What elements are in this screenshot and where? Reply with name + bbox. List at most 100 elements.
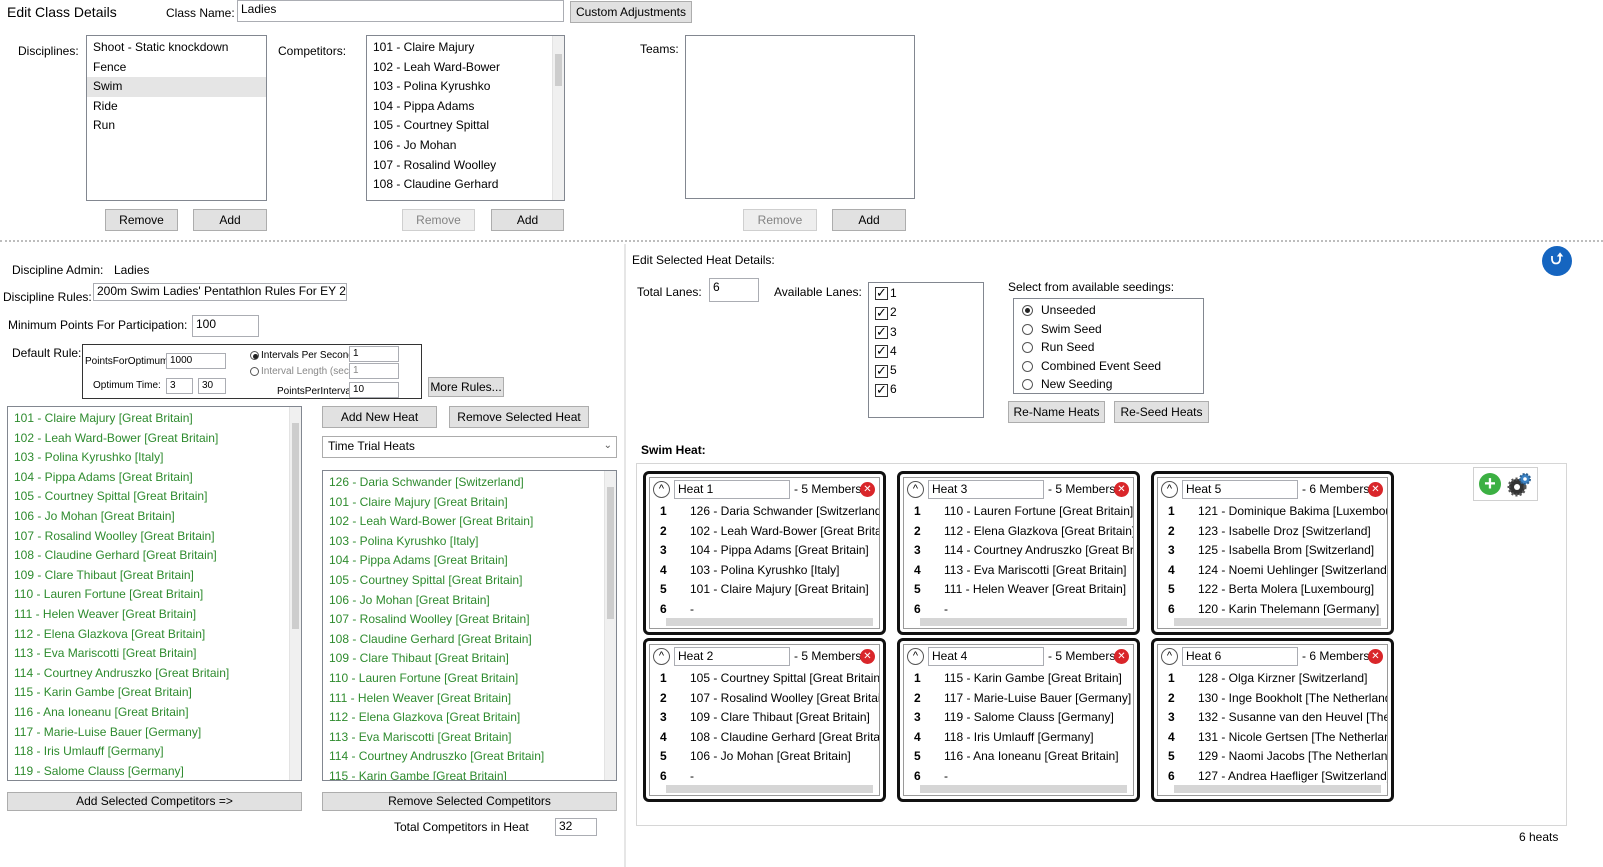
list-item[interactable]: 118 - Iris Umlauff [Germany] [8, 742, 301, 762]
gear-icon[interactable] [1506, 472, 1532, 498]
list-item[interactable]: 105 - Courtney Spittal [Great Britain] [8, 487, 301, 507]
heat-competitors-list[interactable]: 126 - Daria Schwander [Switzerland] 101 … [322, 470, 617, 781]
list-item[interactable]: Run [87, 116, 266, 136]
intervals-per-second-option[interactable]: Intervals Per Second: [250, 350, 357, 361]
heat-name-field[interactable]: Heat 6 [1182, 647, 1298, 666]
expand-toggle-icon[interactable]: ^ [907, 648, 924, 665]
heat-type-select[interactable]: Time Trial Heats ⌄ [322, 436, 617, 458]
list-item[interactable]: 106 - Jo Mohan [367, 136, 564, 156]
list-item[interactable]: 102 - Leah Ward-Bower [Great Britain] [323, 512, 616, 532]
lane-checkbox-1[interactable]: 1 [875, 285, 983, 305]
heat-row[interactable]: 1 126 - Daria Schwander [Switzerland] [650, 502, 879, 522]
heat-row[interactable]: 2 102 - Leah Ward-Bower [Great Britain] [650, 522, 879, 542]
heat-row[interactable]: 3 119 - Salome Clauss [Germany] [904, 708, 1133, 728]
heat-row[interactable]: 3 104 - Pippa Adams [Great Britain] [650, 541, 879, 561]
class-name-field[interactable]: Ladies [237, 0, 564, 22]
heat-name-field[interactable]: Heat 2 [674, 647, 790, 666]
remove-selected-heat-button[interactable]: Remove Selected Heat [449, 406, 589, 428]
optimum-time-seconds-field[interactable]: 30 [198, 378, 226, 394]
lane-checkbox-5[interactable]: 5 [875, 363, 983, 382]
list-item[interactable]: 114 - Courtney Andruszko [Great Britain] [323, 747, 616, 767]
heat-row[interactable]: 4 124 - Noemi Uehlinger [Switzerland] [1158, 561, 1387, 581]
list-item[interactable]: 103 - Polina Kyrushko [Italy] [8, 448, 301, 468]
heat-row[interactable]: 1 115 - Karin Gambe [Great Britain] [904, 669, 1133, 689]
heat-scrollbar[interactable] [1174, 785, 1381, 793]
competitors-scrollbar[interactable] [552, 36, 564, 200]
lane-checkbox-3[interactable]: 3 [875, 324, 983, 344]
list-item[interactable]: 103 - Polina Kyrushko [367, 77, 564, 97]
list-item[interactable]: 111 - Helen Weaver [Great Britain] [8, 605, 301, 625]
heat-row[interactable]: 5 116 - Ana Ioneanu [Great Britain] [904, 747, 1133, 767]
heat-row[interactable]: 4 131 - Nicole Gertsen [The Netherlands] [1158, 728, 1387, 748]
heat-row[interactable]: 2 123 - Isabelle Droz [Switzerland] [1158, 522, 1387, 542]
list-item[interactable]: 117 - Marie-Luise Bauer [Germany] [8, 723, 301, 743]
list-item[interactable]: 108 - Claudine Gerhard [367, 175, 564, 195]
add-new-heat-button[interactable]: Add New Heat [322, 406, 437, 428]
expand-toggle-icon[interactable]: ^ [1161, 648, 1178, 665]
heat-row[interactable]: 1 105 - Courtney Spittal [Great Britain] [650, 669, 879, 689]
list-item[interactable]: 109 - Clare Thibaut [Great Britain] [8, 566, 301, 586]
lane-checkbox-6[interactable]: 6 [875, 382, 983, 401]
competitors-list[interactable]: 101 - Claire Majury 102 - Leah Ward-Bowe… [366, 35, 565, 201]
expand-toggle-icon[interactable]: ^ [907, 481, 924, 498]
heat-row[interactable]: 2 107 - Rosalind Woolley [Great Britain] [650, 689, 879, 709]
delete-icon[interactable]: ✕ [1368, 482, 1383, 497]
available-competitors-list[interactable]: 101 - Claire Majury [Great Britain] 102 … [7, 406, 302, 781]
interval-length-field[interactable]: 1 [349, 363, 399, 379]
list-item[interactable]: 113 - Eva Mariscotti [Great Britain] [323, 728, 616, 748]
list-item[interactable]: 115 - Karin Gambe [Great Britain] [323, 767, 616, 780]
seeding-option-swim[interactable]: Swim Seed [1022, 322, 1203, 341]
expand-toggle-icon[interactable]: ^ [653, 648, 670, 665]
heat-row[interactable]: 5 101 - Claire Majury [Great Britain] [650, 580, 879, 600]
expand-toggle-icon[interactable]: ^ [653, 481, 670, 498]
more-rules-button[interactable]: More Rules... [428, 377, 504, 397]
list-item[interactable]: Shoot - Static knockdown [87, 38, 266, 58]
teams-list[interactable] [685, 35, 915, 199]
heat-row[interactable]: 4 118 - Iris Umlauff [Germany] [904, 728, 1133, 748]
total-lanes-field[interactable]: 6 [709, 278, 759, 302]
seeding-option-new[interactable]: New Seeding [1022, 377, 1203, 393]
remove-discipline-button[interactable]: Remove [105, 209, 178, 231]
seeding-option-unseeded[interactable]: Unseeded [1022, 303, 1203, 322]
list-item[interactable]: 107 - Rosalind Woolley [Great Britain] [323, 610, 616, 630]
heat-row[interactable]: 3132 - Susanne van den Heuvel [The Nethe… [1158, 708, 1387, 728]
delete-icon[interactable]: ✕ [1114, 649, 1129, 664]
heat-name-field[interactable]: Heat 1 [674, 480, 790, 499]
heat-row[interactable]: 5 122 - Berta Molera [Luxembourg] [1158, 580, 1387, 600]
list-item[interactable]: 106 - Jo Mohan [Great Britain] [8, 507, 301, 527]
heat-row[interactable]: 6 120 - Karin Thelemann [Germany] [1158, 600, 1387, 620]
list-item[interactable]: 101 - Claire Majury [Great Britain] [8, 409, 301, 429]
list-item[interactable]: 104 - Pippa Adams [Great Britain] [8, 468, 301, 488]
lane-checkbox-2[interactable]: 2 [875, 305, 983, 324]
heat-scrollbar[interactable] [666, 618, 873, 626]
panel-splitter[interactable] [624, 244, 626, 867]
remove-team-button[interactable]: Remove [743, 209, 817, 231]
green-plus-icon[interactable]: + [1479, 473, 1501, 495]
heat-scrollbar[interactable] [666, 785, 873, 793]
heat-row[interactable]: 6- [904, 767, 1133, 787]
heat-row[interactable]: 6- [904, 600, 1133, 620]
points-per-interval-field[interactable]: 10 [349, 382, 399, 398]
list-item[interactable]: 108 - Claudine Gerhard [Great Britain] [323, 630, 616, 650]
list-item[interactable]: 102 - Leah Ward-Bower [Great Britain] [8, 429, 301, 449]
list-item[interactable]: 109 - Clare Thibaut [Great Britain] [323, 649, 616, 669]
heat-card-1[interactable]: ^ Heat 1 - 5 Members ✕ 1 126 - Daria Schwand… [643, 471, 886, 635]
heat-row[interactable]: 2 112 - Elena Glazkova [Great Britain] [904, 522, 1133, 542]
seedings-list[interactable]: Unseeded Swim Seed Run Seed Combined Eve… [1013, 298, 1204, 394]
list-item[interactable]: 107 - Rosalind Woolley [Great Britain] [8, 527, 301, 547]
heat-row[interactable]: 4 113 - Eva Mariscotti [Great Britain] [904, 561, 1133, 581]
list-item[interactable]: Fence [87, 58, 266, 78]
list-item[interactable]: 105 - Courtney Spittal [367, 116, 564, 136]
heat-row[interactable]: 3 125 - Isabella Brom [Switzerland] [1158, 541, 1387, 561]
add-discipline-button[interactable]: Add [193, 209, 267, 231]
list-item[interactable]: Ride [87, 97, 266, 117]
discipline-rules-field[interactable]: 200m Swim Ladies' Pentathlon Rules For E… [93, 283, 347, 301]
optimum-time-minutes-field[interactable]: 3 [166, 378, 193, 394]
seeding-option-run[interactable]: Run Seed [1022, 340, 1203, 359]
min-points-field[interactable]: 100 [192, 315, 259, 337]
heat-card-2[interactable]: ^ Heat 2 - 5 Members ✕ 1 105 - Courtney Spit… [643, 638, 886, 802]
list-item[interactable]: 104 - Pippa Adams [367, 97, 564, 117]
add-selected-competitors-button[interactable]: Add Selected Competitors => [7, 792, 302, 811]
delete-icon[interactable]: ✕ [1114, 482, 1129, 497]
heat-row[interactable]: 6 127 - Andrea Haefliger [Switzerland] [1158, 767, 1387, 787]
